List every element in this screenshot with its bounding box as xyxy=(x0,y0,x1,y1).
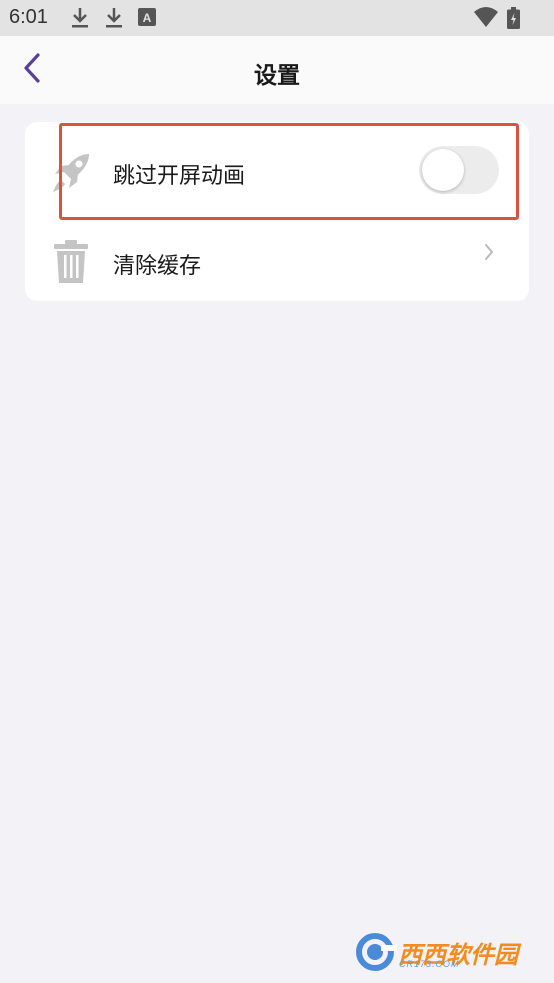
download-icon xyxy=(104,6,124,34)
rocket-icon xyxy=(51,152,91,198)
status-bar: 6:01 A xyxy=(0,0,554,36)
skip-splash-label: 跳过开屏动画 xyxy=(113,164,246,189)
clear-cache-label: 清除缓存 xyxy=(113,254,202,279)
status-time: 6:01 xyxy=(9,6,48,28)
watermark-logo-icon xyxy=(356,933,397,971)
toggle-knob xyxy=(422,149,464,191)
download-icon xyxy=(70,6,90,34)
nav-bar: 设置 xyxy=(0,36,554,104)
wifi-icon xyxy=(474,6,498,32)
skip-splash-toggle[interactable] xyxy=(419,146,499,194)
chevron-right-icon xyxy=(483,242,495,266)
setting-row-clear-cache[interactable]: 清除缓存 xyxy=(25,212,529,301)
battery-icon xyxy=(507,7,520,33)
watermark-url: CR173.COM xyxy=(399,959,460,969)
svg-text:A: A xyxy=(143,11,152,25)
a-box-icon: A xyxy=(138,8,156,30)
page-title: 设置 xyxy=(254,63,300,89)
settings-card: 跳过开屏动画 清除缓存 xyxy=(25,122,529,301)
setting-row-skip-splash[interactable]: 跳过开屏动画 xyxy=(25,122,529,211)
watermark: 西西软件园 CR173.COM xyxy=(355,931,534,973)
trash-icon xyxy=(53,240,89,288)
